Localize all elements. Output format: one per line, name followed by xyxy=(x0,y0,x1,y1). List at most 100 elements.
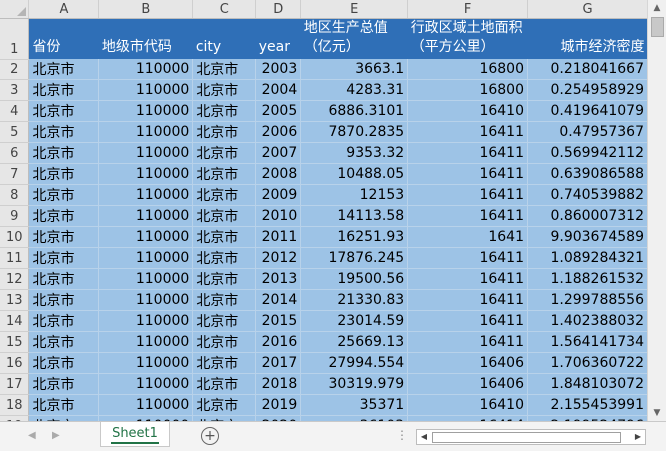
table-cell[interactable]: 北京市 xyxy=(192,142,257,164)
column-header[interactable]: G xyxy=(527,0,648,19)
table-cell[interactable]: 110000 xyxy=(98,310,194,332)
row-header[interactable]: 10 xyxy=(0,226,30,248)
scroll-left-icon[interactable]: ◀ xyxy=(417,430,431,444)
table-cell[interactable]: 16410 xyxy=(407,394,528,416)
table-cell[interactable]: 16411 xyxy=(407,331,528,353)
table-cell[interactable]: 北京市 xyxy=(192,59,257,80)
table-cell[interactable]: 0.639086588 xyxy=(527,163,648,185)
table-cell[interactable]: 16251.93 xyxy=(300,226,409,248)
table-cell[interactable]: 110000 xyxy=(98,373,194,395)
table-cell[interactable]: 北京市 xyxy=(192,100,257,122)
column-header[interactable]: C xyxy=(192,0,257,19)
table-cell[interactable]: 110000 xyxy=(98,268,194,290)
table-cell[interactable]: 2012 xyxy=(255,247,302,269)
table-cell[interactable]: 16410 xyxy=(407,100,528,122)
row-header[interactable]: 8 xyxy=(0,184,30,206)
row-header[interactable]: 17 xyxy=(0,373,30,395)
table-cell[interactable]: 北京市 xyxy=(192,205,257,227)
table-cell[interactable]: 2.155453991 xyxy=(527,394,648,416)
column-header[interactable]: B xyxy=(98,0,194,19)
table-cell[interactable]: 0.740539882 xyxy=(527,184,648,206)
vertical-scrollbar[interactable]: ▲ ▼ xyxy=(647,0,666,421)
header-cell[interactable]: city xyxy=(192,18,256,59)
header-cell[interactable]: year xyxy=(255,18,301,59)
table-cell[interactable]: 北京市 xyxy=(192,373,257,395)
table-cell[interactable]: 27994.554 xyxy=(300,352,409,374)
table-cell[interactable]: 21330.83 xyxy=(300,289,409,311)
table-cell[interactable]: 北京市 xyxy=(28,59,100,80)
table-cell[interactable]: 2016 xyxy=(255,331,302,353)
table-cell[interactable]: 2007 xyxy=(255,142,302,164)
scroll-up-icon[interactable]: ▲ xyxy=(648,0,666,16)
table-cell[interactable]: 19500.56 xyxy=(300,268,409,290)
table-cell[interactable]: 0.569942112 xyxy=(527,142,648,164)
scroll-thumb[interactable] xyxy=(651,17,664,37)
table-cell[interactable]: 4283.31 xyxy=(300,79,409,101)
table-cell[interactable]: 1.564141734 xyxy=(527,331,648,353)
table-cell[interactable]: 3663.1 xyxy=(300,59,409,80)
table-cell[interactable]: 2006 xyxy=(255,121,302,143)
table-cell[interactable]: 0.254958929 xyxy=(527,79,648,101)
table-cell[interactable]: 30319.979 xyxy=(300,373,409,395)
table-cell[interactable]: 北京市 xyxy=(28,310,100,332)
table-cell[interactable]: 北京市 xyxy=(28,79,100,101)
table-cell[interactable]: 2005 xyxy=(255,100,302,122)
table-cell[interactable]: 110000 xyxy=(98,205,194,227)
table-cell[interactable]: 2015 xyxy=(255,310,302,332)
table-cell[interactable]: 16411 xyxy=(407,247,528,269)
table-cell[interactable]: 16411 xyxy=(407,163,528,185)
spreadsheet-grid[interactable]: A B C D E F G 1 省份 地级市代码 city year 地区生产总… xyxy=(0,0,648,421)
table-cell[interactable]: 2003 xyxy=(255,59,302,80)
table-cell[interactable]: 北京市 xyxy=(28,100,100,122)
header-cell[interactable]: 行政区域土地面积（平方公里） xyxy=(407,18,528,59)
table-cell[interactable]: 16411 xyxy=(407,184,528,206)
table-cell[interactable]: 北京市 xyxy=(192,226,257,248)
table-cell[interactable]: 9.903674589 xyxy=(527,226,648,248)
prev-sheet-icon[interactable]: ◀ xyxy=(28,430,36,441)
table-cell[interactable]: 12153 xyxy=(300,184,409,206)
row-header[interactable]: 2 xyxy=(0,59,30,80)
row-header[interactable]: 12 xyxy=(0,268,30,290)
table-cell[interactable]: 110000 xyxy=(98,100,194,122)
table-cell[interactable]: 110000 xyxy=(98,247,194,269)
row-header[interactable]: 4 xyxy=(0,100,30,122)
table-cell[interactable]: 0.419641079 xyxy=(527,100,648,122)
table-cell[interactable]: 14113.58 xyxy=(300,205,409,227)
table-cell[interactable]: 7870.2835 xyxy=(300,121,409,143)
select-all-corner[interactable] xyxy=(0,0,30,19)
table-cell[interactable]: 16411 xyxy=(407,289,528,311)
scroll-thumb-horizontal[interactable] xyxy=(432,432,621,443)
row-header[interactable]: 9 xyxy=(0,205,30,227)
table-cell[interactable]: 北京市 xyxy=(28,226,100,248)
table-cell[interactable]: 北京市 xyxy=(192,184,257,206)
table-cell[interactable]: 25669.13 xyxy=(300,331,409,353)
header-cell[interactable]: 城市经济密度 xyxy=(527,18,648,59)
table-cell[interactable]: 110000 xyxy=(98,184,194,206)
table-cell[interactable]: 110000 xyxy=(98,163,194,185)
table-cell[interactable]: 0.218041667 xyxy=(527,59,648,80)
table-cell[interactable]: 9353.32 xyxy=(300,142,409,164)
table-cell[interactable]: 2013 xyxy=(255,268,302,290)
table-cell[interactable]: 110000 xyxy=(98,226,194,248)
table-cell[interactable]: 北京市 xyxy=(192,121,257,143)
table-cell[interactable]: 110000 xyxy=(98,352,194,374)
row-header[interactable]: 15 xyxy=(0,331,30,353)
table-cell[interactable]: 北京市 xyxy=(28,163,100,185)
table-cell[interactable]: 2019 xyxy=(255,394,302,416)
table-cell[interactable]: 110000 xyxy=(98,79,194,101)
table-cell[interactable]: 1.299788556 xyxy=(527,289,648,311)
table-cell[interactable]: 110000 xyxy=(98,121,194,143)
table-cell[interactable]: 2009 xyxy=(255,184,302,206)
row-header[interactable]: 16 xyxy=(0,352,30,374)
header-cell[interactable]: 地区生产总值（亿元） xyxy=(300,18,408,59)
table-cell[interactable]: 2010 xyxy=(255,205,302,227)
table-cell[interactable]: 16411 xyxy=(407,142,528,164)
table-cell[interactable]: 北京市 xyxy=(192,352,257,374)
table-cell[interactable]: 16411 xyxy=(407,310,528,332)
table-cell[interactable]: 北京市 xyxy=(192,289,257,311)
row-header[interactable]: 6 xyxy=(0,142,30,164)
table-cell[interactable]: 北京市 xyxy=(28,268,100,290)
table-cell[interactable]: 北京市 xyxy=(28,373,100,395)
table-cell[interactable]: 北京市 xyxy=(28,247,100,269)
row-header[interactable]: 11 xyxy=(0,247,30,269)
